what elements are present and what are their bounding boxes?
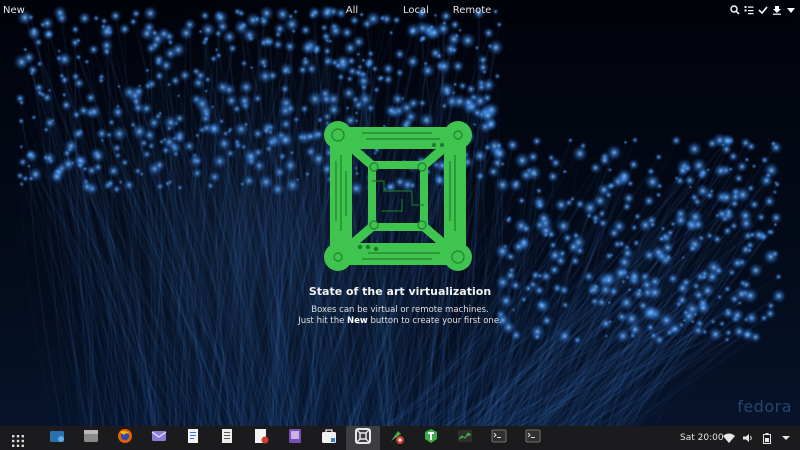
taskbar-app-files[interactable]: [74, 426, 108, 450]
wifi-icon[interactable]: [723, 432, 735, 444]
taskbar-app-list: [40, 426, 550, 450]
taskbar: Sat 20:00: [0, 426, 800, 450]
tab-remote[interactable]: Remote: [452, 2, 492, 20]
taskbar-app-tools-app[interactable]: [380, 426, 414, 450]
taskbar-app-document-edit[interactable]: [244, 426, 278, 450]
boxes-logo: [324, 121, 472, 271]
system-tray: [723, 432, 792, 444]
clock[interactable]: Sat 20:00: [680, 426, 724, 450]
download-icon[interactable]: [772, 4, 782, 16]
taskbar-app-terminal[interactable]: [482, 426, 516, 450]
taskbar-app-firefox[interactable]: [108, 426, 142, 450]
fedora-watermark: fedora: [737, 397, 792, 416]
firefox-icon: [116, 427, 134, 449]
system-monitor-icon: [456, 427, 474, 449]
header-actions: [730, 4, 796, 16]
hint-suffix: button to create your first one.: [367, 316, 502, 326]
battery-icon[interactable]: [761, 432, 773, 444]
hint-new-keyword: New: [347, 316, 368, 326]
files-icon: [82, 427, 100, 449]
document-viewer-icon: [184, 427, 202, 449]
text-editor-icon: [218, 427, 236, 449]
system-menu-chevron-icon[interactable]: [780, 432, 792, 444]
empty-state-description: Boxes can be virtual or remote machines.: [311, 305, 489, 315]
menu-icon[interactable]: [786, 4, 796, 16]
image-viewer-icon: [286, 427, 304, 449]
taskbar-app-terminal-2[interactable]: [516, 426, 550, 450]
software-center-icon: [320, 427, 338, 449]
tab-local[interactable]: Local: [390, 2, 442, 20]
check-icon[interactable]: [758, 4, 768, 16]
taskbar-app-document-viewer[interactable]: [176, 426, 210, 450]
select-list-icon[interactable]: [744, 4, 754, 16]
taskbar-app-system-monitor[interactable]: [448, 426, 482, 450]
wrench-app-icon: [422, 427, 440, 449]
empty-state-hint: Just hit the New button to create your f…: [0, 316, 800, 326]
terminal-icon: [490, 427, 508, 449]
taskbar-app-boxes[interactable]: [346, 426, 380, 450]
taskbar-app-image-viewer[interactable]: [278, 426, 312, 450]
mail-icon: [150, 427, 168, 449]
view-tabs: All Local Remote: [330, 2, 492, 20]
taskbar-app-wrench-app[interactable]: [414, 426, 448, 450]
document-edit-icon: [252, 427, 270, 449]
tab-all[interactable]: All: [330, 2, 374, 20]
empty-state-title: State of the art virtualization: [308, 285, 492, 298]
new-button[interactable]: New: [0, 2, 28, 20]
show-applications-icon[interactable]: [12, 432, 24, 447]
tools-app-icon: [388, 427, 406, 449]
header-bar: New All Local Remote: [0, 0, 800, 24]
hint-prefix: Just hit the: [298, 316, 348, 326]
taskbar-app-mail[interactable]: [142, 426, 176, 450]
screenshot-app-icon: [48, 427, 66, 449]
search-icon[interactable]: [730, 4, 740, 16]
taskbar-app-text-editor[interactable]: [210, 426, 244, 450]
boxes-icon: [354, 427, 372, 449]
taskbar-app-software-center[interactable]: [312, 426, 346, 450]
taskbar-app-screenshot-app[interactable]: [40, 426, 74, 450]
terminal-icon-2: [524, 427, 542, 449]
volume-icon[interactable]: [742, 432, 754, 444]
